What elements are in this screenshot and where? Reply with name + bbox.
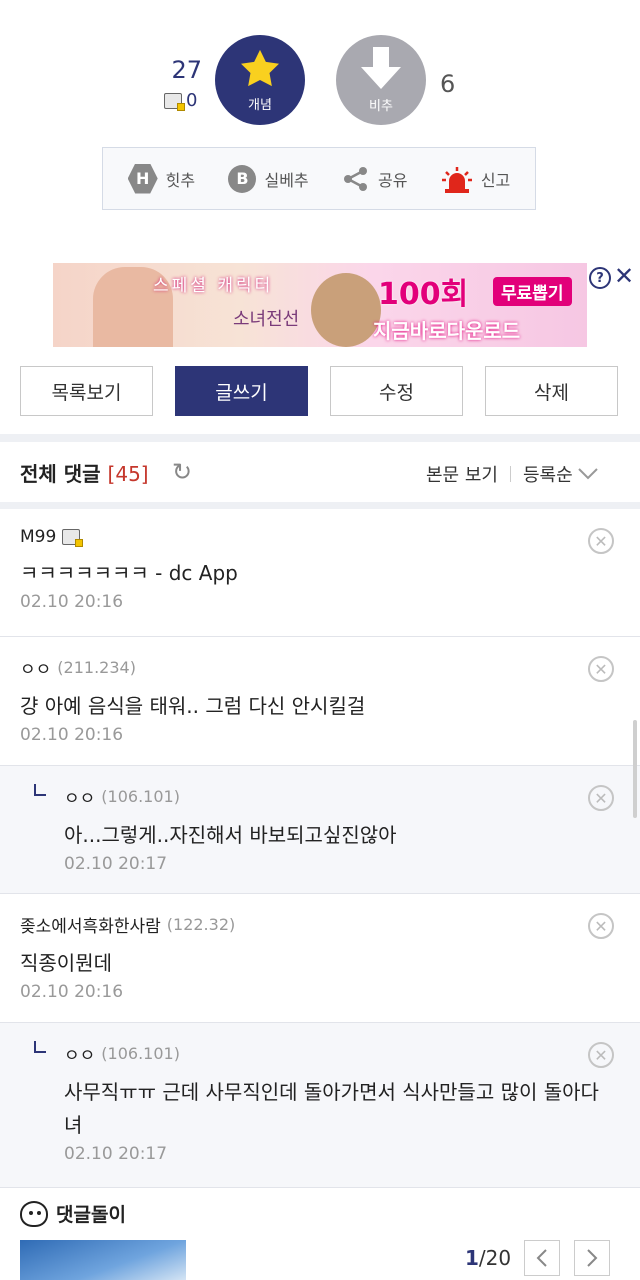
comment-author: M99 xyxy=(20,527,620,547)
comment-ip: (211.234) xyxy=(57,658,136,677)
best-recommend-button[interactable]: B 실베추 xyxy=(228,164,309,193)
next-page-button[interactable] xyxy=(574,1240,610,1276)
upvote-label: 개념 xyxy=(248,97,272,113)
pager: 1/20 xyxy=(465,1246,511,1270)
list-button[interactable]: 목록보기 xyxy=(20,366,153,416)
comment-body: 걍 아예 음식을 태워.. 그럼 다신 안시킬걸 xyxy=(20,694,366,718)
comment-body: ㅋㅋㅋㅋㅋㅋㅋ - dc App xyxy=(20,561,238,585)
page-current: 1 xyxy=(465,1246,479,1270)
comment-date: 02.10 20:16 xyxy=(20,982,124,1002)
upvote-button[interactable]: 개념 xyxy=(215,35,305,125)
comment-author-name[interactable]: ㅇㅇ xyxy=(64,784,95,809)
reply-item: ㅇㅇ (106.101) 사무직ㅠㅠ 근데 사무직인데 돌아가면서 식사만들고 … xyxy=(0,1023,640,1188)
upvote-count: 27 xyxy=(171,56,202,84)
share-icon xyxy=(344,166,368,191)
report-button[interactable]: 신고 xyxy=(441,165,510,193)
ad-character-image-2 xyxy=(311,273,381,347)
best-recommend-label: 실베추 xyxy=(264,170,309,190)
refresh-icon[interactable]: ↻ xyxy=(172,458,192,486)
reply-item: ㅇㅇ (106.101) 아...그렇게..자진해서 바보되고싶진않아 02.1… xyxy=(0,766,640,894)
h-badge-icon: H xyxy=(127,163,158,194)
report-label: 신고 xyxy=(480,170,511,190)
view-body-button[interactable]: 본문 보기 xyxy=(426,461,498,487)
comments-title-text: 전체 댓글 xyxy=(20,462,101,486)
sort-label: 등록순 xyxy=(522,465,573,486)
comment-delete-icon[interactable]: ✕ xyxy=(588,528,614,554)
downvote-label: 비추 xyxy=(369,98,393,114)
fixed-nick-icon xyxy=(62,529,84,547)
ad-close-icon[interactable]: ✕ xyxy=(614,262,634,290)
comment-body: 사무직ㅠㅠ 근데 사무직인데 돌아가면서 식사만들고 많이 돌아다녀 xyxy=(64,1080,599,1137)
comment-date: 02.10 20:16 xyxy=(20,725,124,745)
prev-page-button[interactable] xyxy=(524,1240,560,1276)
arrow-down-icon xyxy=(361,46,401,89)
reply-arrow-icon xyxy=(34,784,46,796)
comment-delete-icon[interactable]: ✕ xyxy=(588,785,614,811)
comment-bot-section-title: 댓글돌이 xyxy=(20,1200,126,1227)
fixed-nick-icon xyxy=(164,92,185,111)
siren-icon xyxy=(441,166,472,193)
dumpling-mascot-icon xyxy=(20,1200,48,1227)
fixed-upvote-value: 0 xyxy=(186,90,198,111)
chevron-down-icon xyxy=(577,468,598,480)
comment-author-name[interactable]: ㅇㅇ xyxy=(20,655,51,680)
hit-recommend-button[interactable]: H 힛추 xyxy=(127,163,196,194)
comment-body: 아...그렇게..자진해서 바보되고싶진않아 xyxy=(64,823,397,847)
comment-author: ㅇㅇ (211.234) xyxy=(20,655,620,680)
comment-ip: (106.101) xyxy=(101,1044,180,1063)
comment-author: ㅇㅇ (106.101) xyxy=(64,1041,610,1066)
share-label: 공유 xyxy=(378,170,408,190)
comments-count: [45] xyxy=(107,462,149,486)
comment-date: 02.10 20:16 xyxy=(20,592,124,612)
ad-line1: 스페셜 캐릭터 xyxy=(153,276,274,296)
comment-body: 직종이뭔데 xyxy=(20,951,112,975)
section-divider xyxy=(0,502,640,509)
downvote-button[interactable]: 비추 xyxy=(336,35,426,125)
reply-arrow-icon xyxy=(34,1041,46,1053)
comments-title: 전체 댓글 [45] xyxy=(20,458,149,487)
comment-delete-icon[interactable]: ✕ xyxy=(588,1042,614,1068)
hit-recommend-label: 힛추 xyxy=(165,170,196,190)
thumbnail-image[interactable] xyxy=(20,1240,186,1280)
comment-date: 02.10 20:17 xyxy=(64,854,168,874)
divider xyxy=(509,466,511,482)
comment-ip: (122.32) xyxy=(166,915,236,934)
post-actions: H 힛추 B 실베추 공유 신고 xyxy=(102,147,536,210)
comment-ip: (106.101) xyxy=(101,787,180,806)
comment-author: 좆소에서흑화한사람 (122.32) xyxy=(20,912,620,937)
ad-banner[interactable]: 스페셜 캐릭터 소녀전선 100회 무료뽑기 지금바로다운로드 xyxy=(53,263,587,347)
fixed-upvote-count: 0 xyxy=(164,90,197,111)
section-divider xyxy=(0,434,640,442)
delete-button[interactable]: 삭제 xyxy=(485,366,618,416)
comment-author-name[interactable]: ㅇㅇ xyxy=(64,1041,95,1066)
ad-game-logo: 소녀전선 xyxy=(233,309,300,330)
ad-headline: 100회 xyxy=(378,277,469,312)
comment-item: M99 ㅋㅋㅋㅋㅋㅋㅋ - dc App 02.10 20:16 ✕ xyxy=(0,509,640,637)
share-button[interactable]: 공유 xyxy=(342,165,407,193)
comment-item: 좆소에서흑화한사람 (122.32) 직종이뭔데 02.10 20:16 ✕ xyxy=(0,894,640,1023)
comment-bot-title: 댓글돌이 xyxy=(56,1204,126,1226)
comment-item: ㅇㅇ (211.234) 걍 아예 음식을 태워.. 그럼 다신 안시킬걸 02… xyxy=(0,637,640,766)
comment-author: ㅇㅇ (106.101) xyxy=(64,784,620,809)
comment-delete-icon[interactable]: ✕ xyxy=(588,913,614,939)
downvote-count: 6 xyxy=(440,70,456,98)
b-badge-icon: B xyxy=(228,164,257,193)
page-total: /20 xyxy=(478,1246,512,1270)
scrollbar[interactable] xyxy=(633,720,637,818)
edit-button[interactable]: 수정 xyxy=(330,366,463,416)
comment-delete-icon[interactable]: ✕ xyxy=(588,656,614,682)
comment-author-name[interactable]: 좆소에서흑화한사람 xyxy=(20,912,161,937)
star-icon xyxy=(241,49,279,86)
ad-cta: 지금바로다운로드 xyxy=(373,319,521,343)
comments-controls: 본문 보기 등록순 xyxy=(426,461,599,487)
sort-select[interactable]: 등록순 xyxy=(523,461,599,487)
ad-info-icon[interactable]: ? xyxy=(589,267,611,289)
ad-badge: 무료뽑기 xyxy=(493,277,572,306)
comment-author-name[interactable]: M99 xyxy=(20,527,56,547)
chevron-right-icon xyxy=(587,1249,598,1267)
write-button[interactable]: 글쓰기 xyxy=(175,366,308,416)
chevron-left-icon xyxy=(536,1249,547,1267)
comment-date: 02.10 20:17 xyxy=(64,1144,168,1164)
